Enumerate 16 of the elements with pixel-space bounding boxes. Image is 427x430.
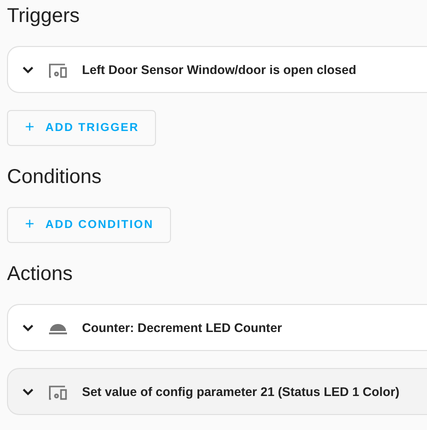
section-heading: Conditions xyxy=(7,164,103,190)
action-card[interactable]: Set value of config parameter 21 (Status LED 1 Color) xyxy=(7,368,427,415)
card-title: Counter: Decrement LED Counter xyxy=(82,320,282,334)
card-title: Set value of config parameter 21 (Status LED 1 Color) xyxy=(82,384,400,398)
card-title: Left Door Sensor Window/door is open closed xyxy=(82,62,356,76)
action-card[interactable]: Counter: Decrement LED Counter xyxy=(7,304,427,351)
section-heading: Actions xyxy=(7,262,74,286)
section-heading: Triggers xyxy=(7,4,81,28)
chevron-icon[interactable] xyxy=(22,324,34,332)
device-icon xyxy=(48,382,68,400)
device-icon xyxy=(48,60,68,78)
chevron-icon[interactable] xyxy=(22,66,34,74)
action-card[interactable]: Left Door Sensor Window/door is open closed xyxy=(7,46,427,93)
plus-icon: + xyxy=(25,216,34,234)
plus-icon: + xyxy=(25,119,34,137)
chevron-icon[interactable] xyxy=(22,388,34,396)
